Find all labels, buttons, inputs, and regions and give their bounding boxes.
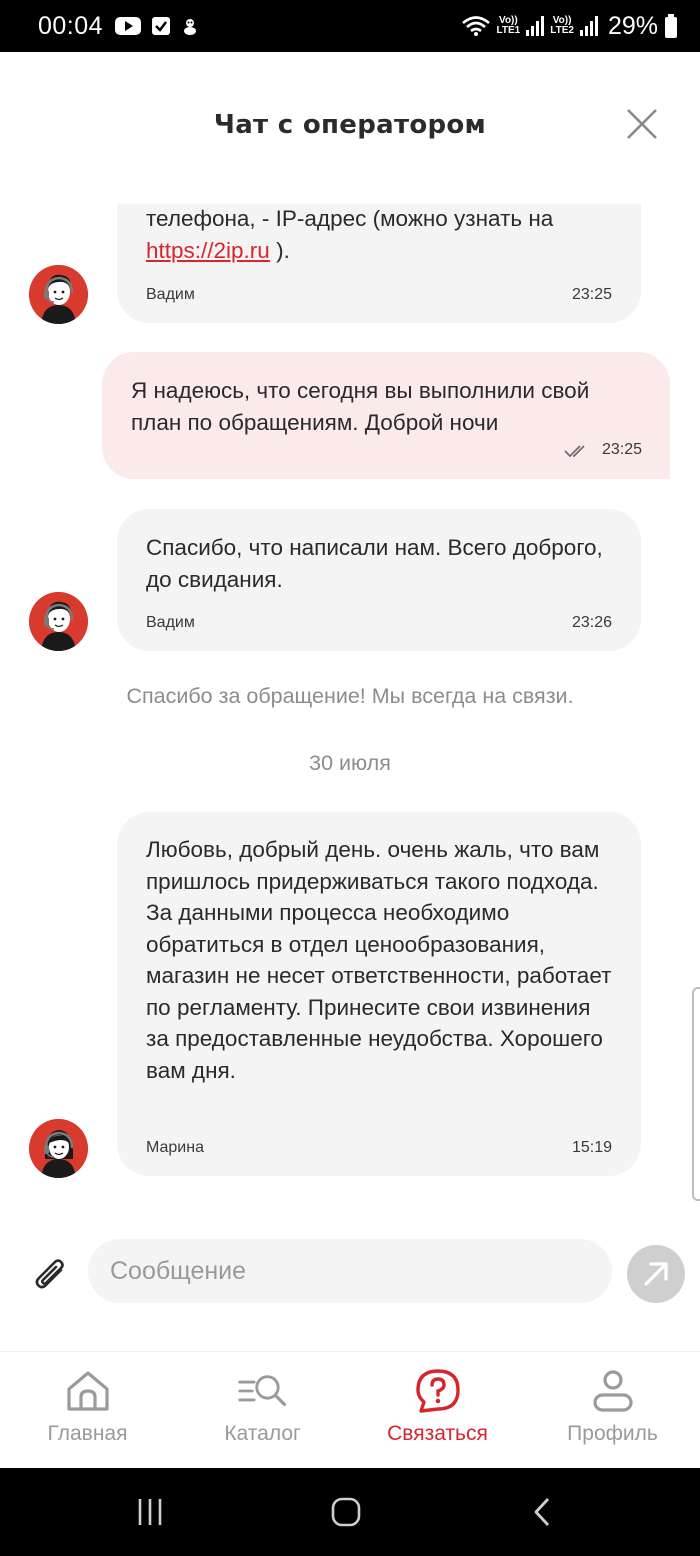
- system-navigation-bar: [0, 1468, 700, 1556]
- sim1-label: Vo)) LTE1: [496, 15, 521, 36]
- avatar: [29, 265, 88, 324]
- nav-item-home[interactable]: Главная: [0, 1352, 175, 1468]
- back-chevron-icon: [534, 1498, 550, 1526]
- operator-female-avatar-icon: [29, 1119, 88, 1178]
- notification-icons: [115, 16, 199, 36]
- close-button[interactable]: [624, 106, 660, 142]
- sim2-label: Vo)) LTE2: [550, 15, 574, 36]
- nav-item-contact[interactable]: Связаться: [350, 1352, 525, 1468]
- message-time: 23:25: [601, 441, 642, 458]
- back-button[interactable]: [520, 1492, 564, 1532]
- message-text: телефона, - IP-адрес (можно узнать на ht…: [146, 206, 554, 263]
- status-right: Vo)) LTE1 Vo)) LTE2 29%: [461, 12, 678, 41]
- page-title: Чат с оператором: [213, 110, 487, 140]
- operator-message: Любовь, добрый день. очень жаль, что вам…: [117, 812, 641, 1176]
- nav-item-catalog[interactable]: Каталог: [175, 1352, 350, 1468]
- message-link[interactable]: https://2ip.ru: [146, 238, 270, 263]
- status-time: 00:04: [38, 11, 104, 40]
- message-text: Любовь, добрый день. очень жаль, что вам…: [146, 837, 612, 1083]
- scroll-handle[interactable]: [692, 987, 700, 1201]
- send-arrow-icon: [644, 1262, 668, 1286]
- chat-header: Чат с оператором: [0, 52, 700, 204]
- recent-apps-icon: [138, 1499, 162, 1525]
- catalog-search-icon: [237, 1366, 288, 1416]
- signal-icon: [579, 16, 598, 36]
- avatar: [29, 1119, 88, 1178]
- app-notification-icon: [181, 16, 199, 36]
- avatar: [29, 592, 88, 651]
- chat-messages[interactable]: телефона, - IP-адрес (можно узнать на ht…: [0, 204, 700, 1226]
- read-checkmarks-icon: [564, 445, 585, 458]
- battery-percent: 29%: [607, 11, 658, 40]
- battery-icon: [664, 14, 678, 38]
- attach-button[interactable]: [31, 1256, 71, 1296]
- operator-message: телефона, - IP-адрес (можно узнать на ht…: [117, 204, 641, 323]
- recent-apps-button[interactable]: [128, 1492, 172, 1532]
- home-icon: [63, 1366, 113, 1416]
- operator-message: Спасибо, что написали нам. Всего доброго…: [117, 509, 641, 651]
- close-icon: [627, 109, 657, 139]
- help-chat-icon: [413, 1366, 463, 1416]
- status-bar: 00:04 Vo)) LTE1 Vo)) LTE2 29%: [0, 0, 700, 52]
- nav-label: Главная: [47, 1422, 128, 1445]
- nav-item-profile[interactable]: Профиль: [525, 1352, 700, 1468]
- date-separator: 30 июля: [309, 751, 391, 775]
- message-composer: [0, 1226, 700, 1351]
- operator-name: Вадим: [146, 286, 195, 303]
- operator-name: Марина: [146, 1139, 204, 1156]
- system-note: Спасибо за обращение! Мы всегда на связи…: [126, 684, 574, 708]
- message-time: 23:26: [571, 614, 612, 631]
- home-square-icon: [331, 1497, 361, 1527]
- message-time: 15:19: [571, 1139, 612, 1156]
- message-time: 23:25: [571, 286, 612, 303]
- send-button[interactable]: [627, 1245, 685, 1303]
- profile-icon: [588, 1366, 638, 1416]
- message-text: Я надеюсь, что сегодня вы выполнили свой…: [131, 378, 590, 435]
- nav-label: Профиль: [567, 1422, 658, 1445]
- nav-label: Каталог: [224, 1422, 301, 1445]
- home-system-button[interactable]: [324, 1492, 368, 1532]
- youtube-icon: [115, 16, 142, 36]
- signal-icon: [526, 16, 545, 36]
- operator-male-avatar-icon: [29, 592, 88, 651]
- my-message: Я надеюсь, что сегодня вы выполнили свой…: [102, 352, 670, 479]
- operator-male-avatar-icon: [29, 265, 88, 324]
- operator-name: Вадим: [146, 614, 195, 631]
- bottom-navigation: Главная Каталог Связаться Профиль: [0, 1351, 700, 1468]
- wifi-icon: [461, 15, 491, 37]
- message-input[interactable]: [88, 1239, 612, 1303]
- paperclip-icon: [35, 1259, 64, 1289]
- nav-label: Связаться: [387, 1422, 488, 1445]
- checkbox-notification-icon: [151, 16, 171, 36]
- message-text: Спасибо, что написали нам. Всего доброго…: [146, 535, 603, 592]
